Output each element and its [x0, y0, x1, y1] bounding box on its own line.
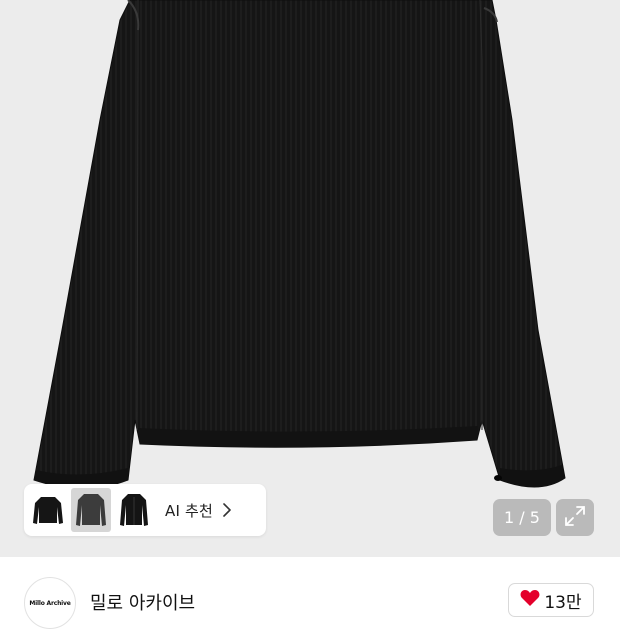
thumbnail-black-sweater[interactable]	[28, 488, 68, 532]
ai-recommend-panel[interactable]: AI 추천	[24, 484, 266, 536]
thumbnail-black-cardigan[interactable]	[114, 488, 154, 532]
shop-info-row: Millo Archive 밀로 아카이브 13만	[0, 557, 620, 629]
like-button[interactable]: 13만	[508, 583, 594, 617]
ai-recommend-label[interactable]: AI 추천	[165, 500, 213, 521]
avatar-text: Millo Archive	[29, 599, 71, 607]
image-counter: 1 / 5	[493, 499, 551, 536]
expand-button[interactable]	[556, 499, 594, 536]
heart-icon	[520, 589, 540, 611]
thumbnail-gray-sweater[interactable]	[71, 488, 111, 532]
like-count: 13만	[544, 592, 582, 613]
chevron-right-icon[interactable]	[223, 503, 231, 517]
shop-avatar[interactable]: Millo Archive	[24, 577, 76, 629]
sweater-illustration	[33, 0, 566, 489]
shop-name[interactable]: 밀로 아카이브	[90, 589, 195, 615]
product-image[interactable]	[0, 0, 620, 557]
expand-icon	[564, 505, 586, 531]
